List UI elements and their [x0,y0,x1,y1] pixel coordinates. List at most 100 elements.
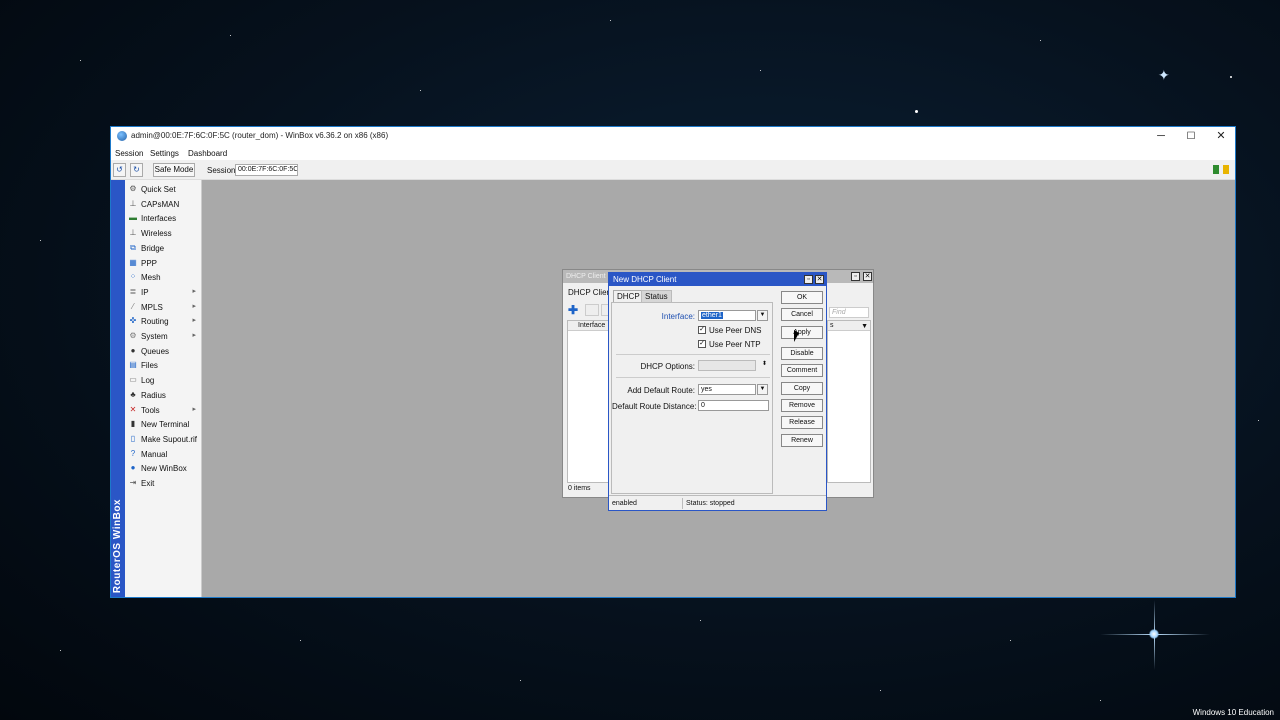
sidebar-item-routing[interactable]: ✜ Routing ▸ [125,314,202,328]
sidebar-item-quick-set[interactable]: ⚙ Quick Set [125,182,202,196]
dialog-titlebar[interactable]: New DHCP Client ▫ ✕ [609,273,826,286]
sidebar-item-interfaces[interactable]: ▬ Interfaces [125,211,202,225]
menu-dashboard[interactable]: Dashboard [188,149,227,158]
wireless-icon: ⊥ [129,228,137,238]
dhcp-options-spinner-icon[interactable]: ⬍ [759,360,770,371]
tab-dhcp[interactable]: DHCP [613,290,644,302]
sidebar-item-log[interactable]: ▭ Log [125,373,202,387]
use-peer-ntp-checkbox[interactable]: ✓ [698,340,706,348]
copy-button[interactable]: Copy [781,382,823,395]
tab-dhcp-client[interactable]: DHCP Client [568,288,613,297]
sidebar-item-make-supout-rif[interactable]: ▯ Make Supout.rif [125,432,202,446]
comment-button[interactable]: Comment [781,364,823,377]
manual-icon: ? [130,448,136,458]
exit-icon: ⇥ [129,478,137,487]
sidebar-item-label: Make Supout.rif [141,434,198,444]
submenu-arrow-icon: ▸ [192,317,196,325]
apply-button[interactable]: Apply [781,326,823,339]
title-bar[interactable]: admin@00:0E:7F:6C:0F:5C (router_dom) - W… [111,127,1235,146]
session-field[interactable]: 00:0E:7F:6C:0F:5C [235,164,298,176]
remove-icon[interactable] [585,304,599,316]
disable-button[interactable]: Disable [781,347,823,360]
capsman-icon: ⊥ [129,198,137,208]
interface-dropdown-icon[interactable]: ▼ [757,310,768,321]
close-icon[interactable]: ✕ [815,275,824,284]
sidebar-item-label: IP [141,287,149,297]
sidebar-item-files[interactable]: ▤ Files [125,358,202,372]
brand-vertical-text: RouterOS WinBox [112,498,123,593]
sidebar-item-label: Exit [141,479,155,488]
use-peer-dns-checkbox[interactable]: ✓ [698,326,706,334]
column-status[interactable]: s ▼ [828,321,870,331]
tab-status[interactable]: Status [641,290,672,302]
sidebar-item-system[interactable]: ⚙ System ▸ [125,329,202,343]
cancel-button[interactable]: Cancel [781,308,823,321]
default-route-distance-label: Default Route Distance: [612,402,697,411]
status-lights [1211,165,1229,176]
sidebar-item-new-winbox[interactable]: ● New WinBox [125,461,202,475]
ok-button[interactable]: OK [781,291,823,304]
mesh-icon: ⁘ [129,272,137,282]
sidebar-item-ip[interactable]: ≣ IP ▸ [125,285,202,299]
release-button[interactable]: Release [781,416,823,429]
undo-button[interactable]: ↺ [113,163,126,177]
routing-icon: ✜ [129,316,137,326]
redo-button[interactable]: ↻ [130,163,143,177]
sidebar-item-label: Quick Set [141,185,176,194]
dhcp-options-field[interactable] [698,360,756,371]
restore-icon[interactable]: ▫ [851,272,860,281]
add-default-route-dropdown-icon[interactable]: ▼ [757,384,768,395]
sidebar-item-label: MPLS [141,302,163,312]
sidebar-item-label: New WinBox [141,464,187,474]
sidebar-item-label: Routing [141,317,169,327]
dhcp-client-table-right: s ▼ [827,320,871,483]
sidebar-item-tools[interactable]: ✕ Tools ▸ [125,403,202,417]
maximize-button[interactable]: ☐ [1176,128,1206,145]
column-dropdown-icon[interactable]: ▼ [861,322,868,332]
sidebar-item-queues[interactable]: ● Queues [125,344,202,358]
interface-value: ether1 [701,312,723,319]
sidebar-item-mpls[interactable]: ⁄ MPLS ▸ [125,300,202,314]
menu-session[interactable]: Session [115,149,143,158]
minimize-button[interactable]: ─ [1146,128,1176,145]
tools-icon: ✕ [129,404,137,414]
sidebar-item-bridge[interactable]: ⧉ Bridge [125,241,202,255]
sidebar-item-radius[interactable]: ♣ Radius [125,388,202,402]
sidebar-item-wireless[interactable]: ⊥ Wireless [125,226,202,240]
close-icon[interactable]: ✕ [863,272,872,281]
brand-bar: RouterOS WinBox [111,180,125,597]
dhcp-client-list-title: DHCP Client [566,273,606,280]
sidebar-item-manual[interactable]: ? Manual [125,447,202,461]
sidebar-item-capsman[interactable]: ⊥ CAPsMAN [125,197,202,211]
mpls-icon: ⁄ [132,301,134,311]
sidebar-item-mesh[interactable]: ⁘ Mesh [125,270,202,284]
sidebar-item-ppp[interactable]: ▦ PPP [125,256,202,270]
sidebar-item-label: Interfaces [141,214,177,224]
dialog-status-bar: enabled Status: stopped [609,495,826,510]
dhcp-settings-panel: Interface: ether1 ▼ ✓ Use Peer DNS ✓ Use… [611,302,773,494]
find-input[interactable]: Find [829,307,869,318]
add-icon[interactable]: ✚ [568,304,580,316]
restore-icon[interactable]: ▫ [804,275,813,284]
interface-select[interactable]: ether1 [698,310,756,321]
add-default-route-select[interactable]: yes [698,384,756,395]
close-button[interactable]: ✕ [1206,128,1236,145]
sidebar-item-exit[interactable]: ⇥ Exit [125,476,202,490]
new-dhcp-client-dialog: New DHCP Client ▫ ✕ DHCP Status Interfac… [608,272,827,511]
sidebar-item-new-terminal[interactable]: ▮ New Terminal [125,417,202,431]
column-interface[interactable]: Interface [568,321,608,331]
default-route-distance-input[interactable]: 0 [698,400,769,411]
mouse-pointer-icon [794,330,799,342]
sidebar-item-label: Queues [141,346,170,356]
column-status-label: s [830,322,834,329]
renew-button[interactable]: Renew [781,434,823,447]
terminal-icon: ▮ [130,419,136,429]
winbox-icon: ● [130,463,136,473]
log-icon: ▭ [129,375,137,385]
remove-button[interactable]: Remove [781,399,823,412]
system-icon: ⚙ [129,331,137,340]
radius-icon: ♣ [130,389,136,399]
lock-icon [1223,165,1229,174]
menu-settings[interactable]: Settings [150,149,179,158]
safe-mode-button[interactable]: Safe Mode [153,163,195,177]
